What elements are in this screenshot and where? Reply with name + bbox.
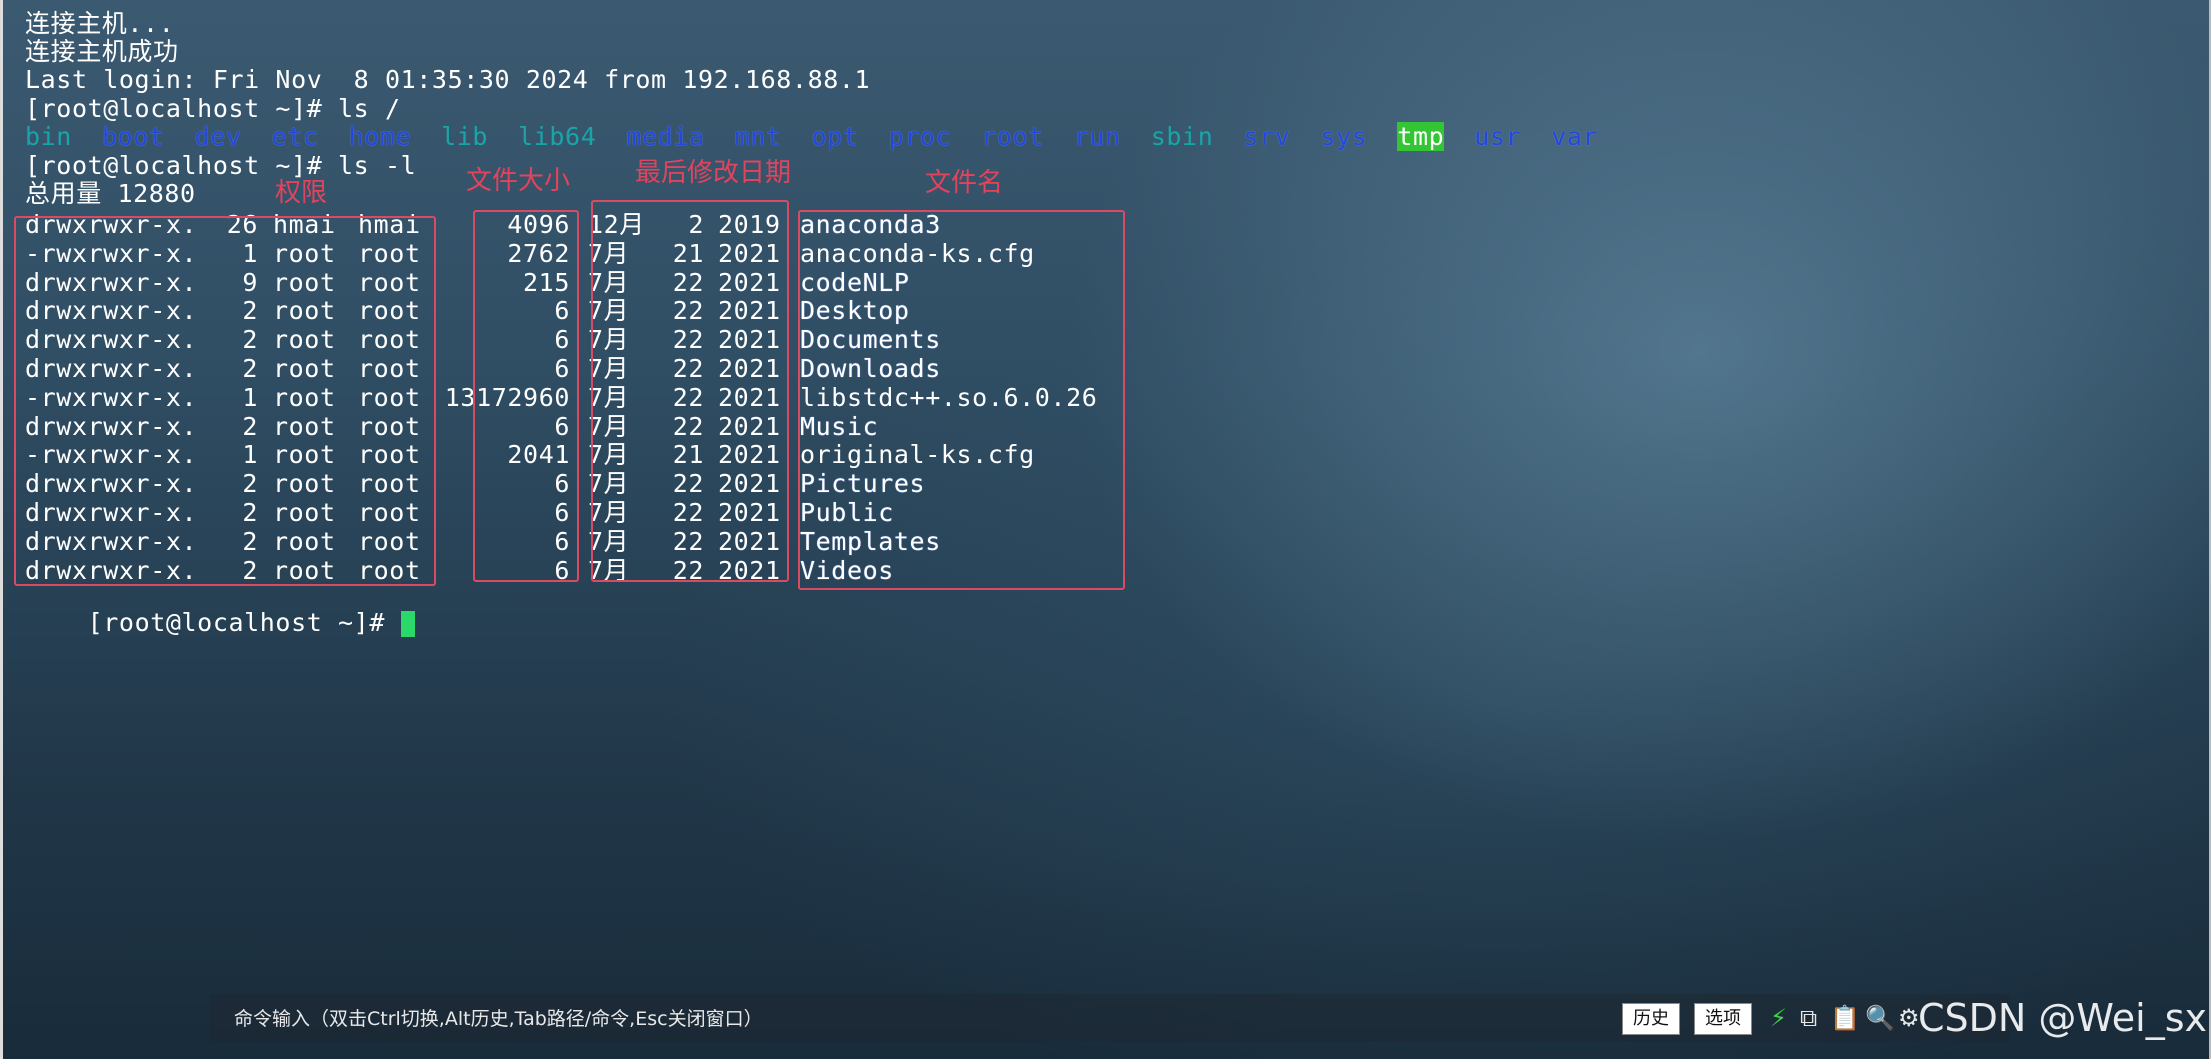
prompt-text: [root@localhost ~]# [87, 608, 401, 637]
terminal-line-ls-l-command: [root@localhost ~]# ls -l [25, 151, 417, 180]
file-size-box [473, 210, 579, 582]
gear-icon[interactable]: ⚙ [1898, 1002, 1920, 1034]
history-button[interactable]: 历史 [1622, 1003, 1680, 1035]
ls-root-item: proc [888, 122, 952, 151]
options-button[interactable]: 选项 [1694, 1003, 1752, 1035]
paste-icon[interactable]: 📋 [1830, 1002, 1860, 1034]
ls-root-item: sys [1320, 122, 1368, 151]
search-icon[interactable]: 🔍 [1865, 1002, 1895, 1034]
ls-root-output: bin boot dev etc home lib lib64 media mnt opt proc… [25, 122, 1628, 151]
ls-root-item: srv [1243, 122, 1291, 151]
ls-root-item: media [626, 122, 705, 151]
ls-root-item: dev [194, 122, 242, 151]
watermark: CSDN @Wei_sx [1918, 996, 2207, 1040]
file-name-box [798, 210, 1125, 590]
ls-root-item: bin [25, 122, 72, 151]
ls-root-item: sbin [1150, 122, 1214, 151]
ls-root-item: var [1551, 122, 1599, 151]
modified-date-box [591, 200, 789, 582]
terminal-line-ls-root-command: [root@localhost ~]# ls / [25, 94, 401, 123]
ls-root-item: etc [271, 122, 319, 151]
ls-root-item: root [981, 122, 1044, 151]
annotation-file-size: 文件大小 [466, 166, 571, 196]
ls-root-item: lib64 [518, 122, 597, 151]
terminal-line-last-login: Last login: Fri Nov 8 01:35:30 2024 from… [25, 65, 871, 94]
annotation-permissions: 权限 [275, 178, 328, 208]
ls-root-item: lib [441, 122, 489, 151]
terminal-line-connecting: 连接主机... [25, 9, 175, 38]
lightning-icon[interactable]: ⚡ [1770, 1002, 1787, 1034]
ls-root-item: opt [811, 122, 859, 151]
permissions-box [14, 216, 436, 586]
annotation-file-name: 文件名 [925, 168, 1004, 198]
terminal-line-connected: 连接主机成功 [25, 37, 179, 66]
ls-root-item: home [348, 122, 412, 151]
copy-icon[interactable]: ⧉ [1800, 1002, 1817, 1034]
ls-root-item: run [1073, 122, 1121, 151]
terminal-line-total: 总用量 12880 [25, 179, 196, 208]
ls-root-item: boot [101, 122, 165, 151]
ls-root-item: tmp [1397, 122, 1445, 151]
annotation-modified-date: 最后修改日期 [635, 158, 792, 188]
terminal-cursor [400, 611, 415, 637]
command-input-hint: 命令输入（双击Ctrl切换,Alt历史,Tab路径/命令,Esc关闭窗口） [234, 1008, 763, 1030]
ls-root-item: mnt [734, 122, 782, 151]
command-input-bar[interactable]: 命令输入（双击Ctrl切换,Alt历史,Tab路径/命令,Esc关闭窗口） 历史… [210, 994, 2010, 1042]
ls-root-item: usr [1474, 122, 1522, 151]
